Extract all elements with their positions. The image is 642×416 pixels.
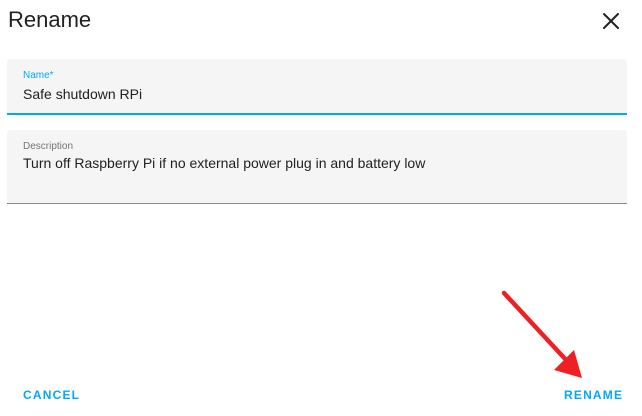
name-input[interactable]: Safe shutdown RPi — [23, 86, 142, 102]
rename-button[interactable]: RENAME — [564, 388, 623, 402]
dialog-title: Rename — [8, 7, 92, 32]
name-field[interactable]: Name* Safe shutdown RPi — [7, 59, 627, 115]
close-icon — [603, 13, 619, 29]
cancel-button[interactable]: CANCEL — [23, 388, 80, 402]
description-field-label: Description — [23, 141, 74, 152]
close-button[interactable] — [596, 6, 626, 36]
description-field[interactable]: Description Turn off Raspberry Pi if no … — [7, 130, 627, 204]
name-field-label: Name* — [23, 70, 54, 81]
rename-dialog: Rename Name* Safe shutdown RPi Descripti… — [0, 0, 642, 416]
description-input[interactable]: Turn off Raspberry Pi if no external pow… — [23, 155, 425, 171]
